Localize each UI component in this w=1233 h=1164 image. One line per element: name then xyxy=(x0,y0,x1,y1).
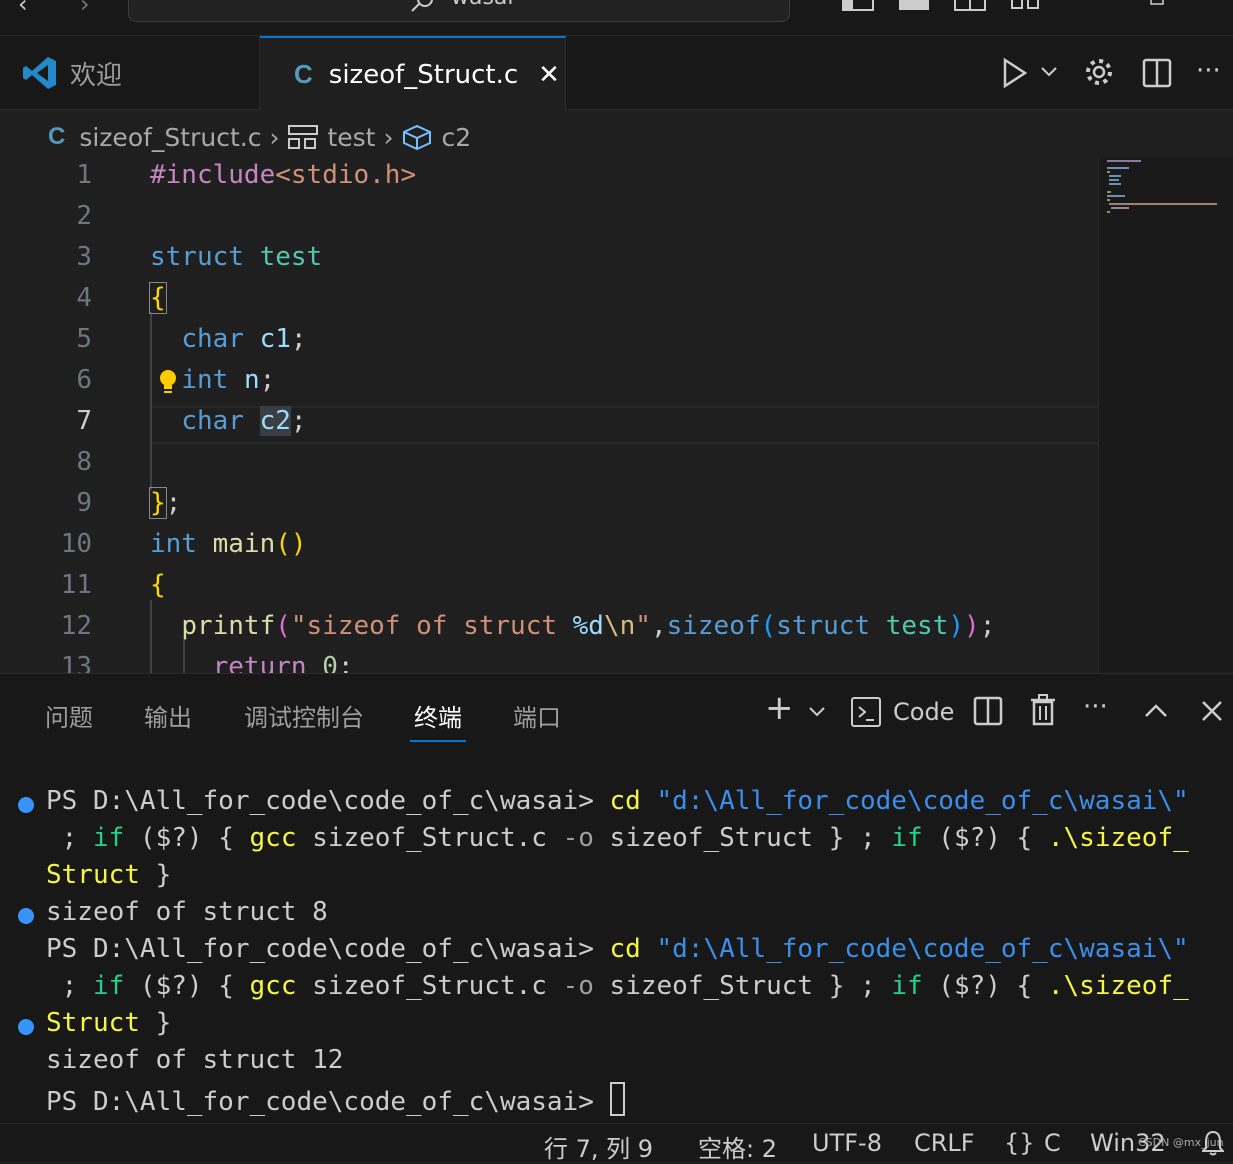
line-number: 13 xyxy=(60,652,92,673)
line-number: 4 xyxy=(76,283,92,313)
code-line: char c2; xyxy=(181,406,307,436)
terminal-output: sizeof of struct 12 xyxy=(46,1045,344,1075)
tab-sizeof-struct[interactable]: C sizeof_Struct.c ✕ xyxy=(260,36,566,111)
code-line: { xyxy=(150,570,166,600)
code-line: printf("sizeof of struct %d\n",sizeof(st… xyxy=(181,611,996,641)
tab-ports[interactable]: 端口 xyxy=(513,698,561,733)
chevron-right-icon: › xyxy=(269,122,280,152)
command-success-dot xyxy=(18,797,34,813)
split-terminal-icon[interactable] xyxy=(973,696,1003,726)
code-line: { xyxy=(149,282,167,314)
line-number: 12 xyxy=(60,611,92,641)
title-bar: ‹ › wasai xyxy=(0,0,1233,36)
chevron-down-icon[interactable] xyxy=(1040,66,1058,78)
line-number: 9 xyxy=(76,488,92,518)
tab-label: sizeof_Struct.c xyxy=(328,59,519,90)
terminal-line: PS D:\All_for_code\code_of_c\wasai> xyxy=(46,1082,625,1117)
terminal-line: PS D:\All_for_code\code_of_c\wasai> cd "… xyxy=(46,786,1189,816)
terminal-icon[interactable] xyxy=(850,696,882,728)
line-number: 5 xyxy=(76,324,92,354)
back-icon[interactable]: ‹ xyxy=(18,0,28,18)
new-terminal-icon[interactable]: + xyxy=(765,688,794,728)
line-ending[interactable]: CRLF xyxy=(914,1129,975,1157)
terminal-line: ; if ($?) { gcc sizeof_Struct.c -o sizeo… xyxy=(46,971,1189,1001)
breadcrumb-file[interactable]: sizeof_Struct.c xyxy=(79,123,261,152)
line-number: 2 xyxy=(76,201,92,231)
search-text: wasai xyxy=(451,0,514,10)
field-cube-icon xyxy=(401,123,433,151)
terminal-line: PS D:\All_for_code\code_of_c\wasai> cd "… xyxy=(46,934,1189,964)
terminal-line: ; if ($?) { gcc sizeof_Struct.c -o sizeo… xyxy=(46,823,1189,853)
search-icon xyxy=(409,0,435,15)
tab-label: 欢迎 xyxy=(70,60,123,91)
breadcrumb-field[interactable]: c2 xyxy=(441,123,471,152)
breadcrumb-struct[interactable]: test xyxy=(327,123,375,152)
trash-icon[interactable] xyxy=(1030,694,1056,726)
encoding[interactable]: UTF-8 xyxy=(812,1129,882,1157)
line-number: 10 xyxy=(60,529,92,559)
line-number-current: 7 xyxy=(76,406,92,436)
code-line: char c1; xyxy=(181,324,307,354)
minimap[interactable] xyxy=(1098,158,1233,673)
code-line: #include<stdio.h> xyxy=(150,160,417,190)
braces-icon[interactable]: {} xyxy=(1004,1129,1035,1157)
language-mode[interactable]: C xyxy=(1044,1129,1061,1157)
tab-output[interactable]: 输出 xyxy=(144,698,192,733)
tab-problems[interactable]: 问题 xyxy=(45,698,93,733)
code-area[interactable]: 1 2 3 4 5 6 7 8 9 10 11 12 13 #include<s… xyxy=(0,160,1100,673)
line-number: 11 xyxy=(60,570,92,600)
struct-icon xyxy=(287,124,319,150)
bottom-panel: 问题 输出 调试控制台 终端 端口 + Code ··· PS D:\All_f… xyxy=(0,673,1233,1123)
tab-terminal[interactable]: 终端 xyxy=(414,698,462,733)
tab-welcome[interactable]: 欢迎 xyxy=(0,36,260,110)
split-editor-icon[interactable] xyxy=(1142,58,1172,88)
customize-layout-icon[interactable] xyxy=(1010,0,1042,12)
code-line: }; xyxy=(149,487,182,519)
tab-debug-console[interactable]: 调试控制台 xyxy=(244,698,364,733)
line-number: 3 xyxy=(76,242,92,272)
terminal-output: sizeof of struct 8 xyxy=(46,897,328,927)
c-file-icon: C xyxy=(48,123,66,150)
breadcrumb: C sizeof_Struct.c › test › c2 xyxy=(48,120,471,154)
maximize-panel-icon[interactable] xyxy=(1144,704,1168,718)
close-icon[interactable]: ✕ xyxy=(538,60,560,90)
code-line: int main() xyxy=(150,529,307,559)
command-center-search[interactable]: wasai xyxy=(128,0,790,22)
toggle-panel-icon[interactable] xyxy=(898,0,930,12)
toggle-primary-sidebar-icon[interactable] xyxy=(842,0,874,12)
command-success-dot xyxy=(18,908,34,924)
active-tab-indicator xyxy=(410,740,466,742)
terminal-line: Struct } xyxy=(46,1008,172,1038)
notifications-bell-icon[interactable] xyxy=(1202,1130,1224,1156)
terminal-line: Struct } xyxy=(46,860,172,890)
restore-window-icon[interactable] xyxy=(1150,0,1166,6)
indentation[interactable]: 空格: 2 xyxy=(698,1129,777,1164)
gear-icon[interactable] xyxy=(1083,56,1115,88)
run-icon[interactable] xyxy=(1002,58,1028,88)
cursor-position[interactable]: 行 7, 列 9 xyxy=(544,1129,653,1164)
vscode-logo-icon xyxy=(22,55,58,91)
line-number: 8 xyxy=(76,447,92,477)
chevron-right-icon: › xyxy=(383,122,394,152)
more-actions-icon[interactable]: ··· xyxy=(1196,56,1221,86)
chevron-down-icon[interactable] xyxy=(808,706,826,718)
status-bar: 行 7, 列 9 空格: 2 UTF-8 CRLF {} C Win32 CSD… xyxy=(0,1123,1233,1164)
line-number: 1 xyxy=(76,160,92,190)
forward-icon[interactable]: › xyxy=(80,0,90,18)
terminal[interactable]: PS D:\All_for_code\code_of_c\wasai> cd "… xyxy=(0,784,1233,1124)
terminal-name[interactable]: Code xyxy=(893,698,954,726)
lightbulb-icon[interactable] xyxy=(158,368,178,396)
terminal-cursor xyxy=(609,1082,625,1116)
command-success-dot xyxy=(18,1019,34,1035)
close-panel-icon[interactable] xyxy=(1201,700,1223,722)
c-file-icon: C xyxy=(294,59,313,89)
code-line: return 0; xyxy=(212,652,354,673)
editor-tab-bar: 欢迎 C sizeof_Struct.c ✕ ··· xyxy=(0,36,1233,111)
code-line: struct test xyxy=(150,242,323,272)
editor[interactable]: C sizeof_Struct.c › test › c2 1 2 3 4 5 … xyxy=(0,110,1233,673)
more-actions-icon[interactable]: ··· xyxy=(1083,692,1108,722)
toggle-secondary-sidebar-icon[interactable] xyxy=(954,0,986,12)
line-number: 6 xyxy=(76,365,92,395)
